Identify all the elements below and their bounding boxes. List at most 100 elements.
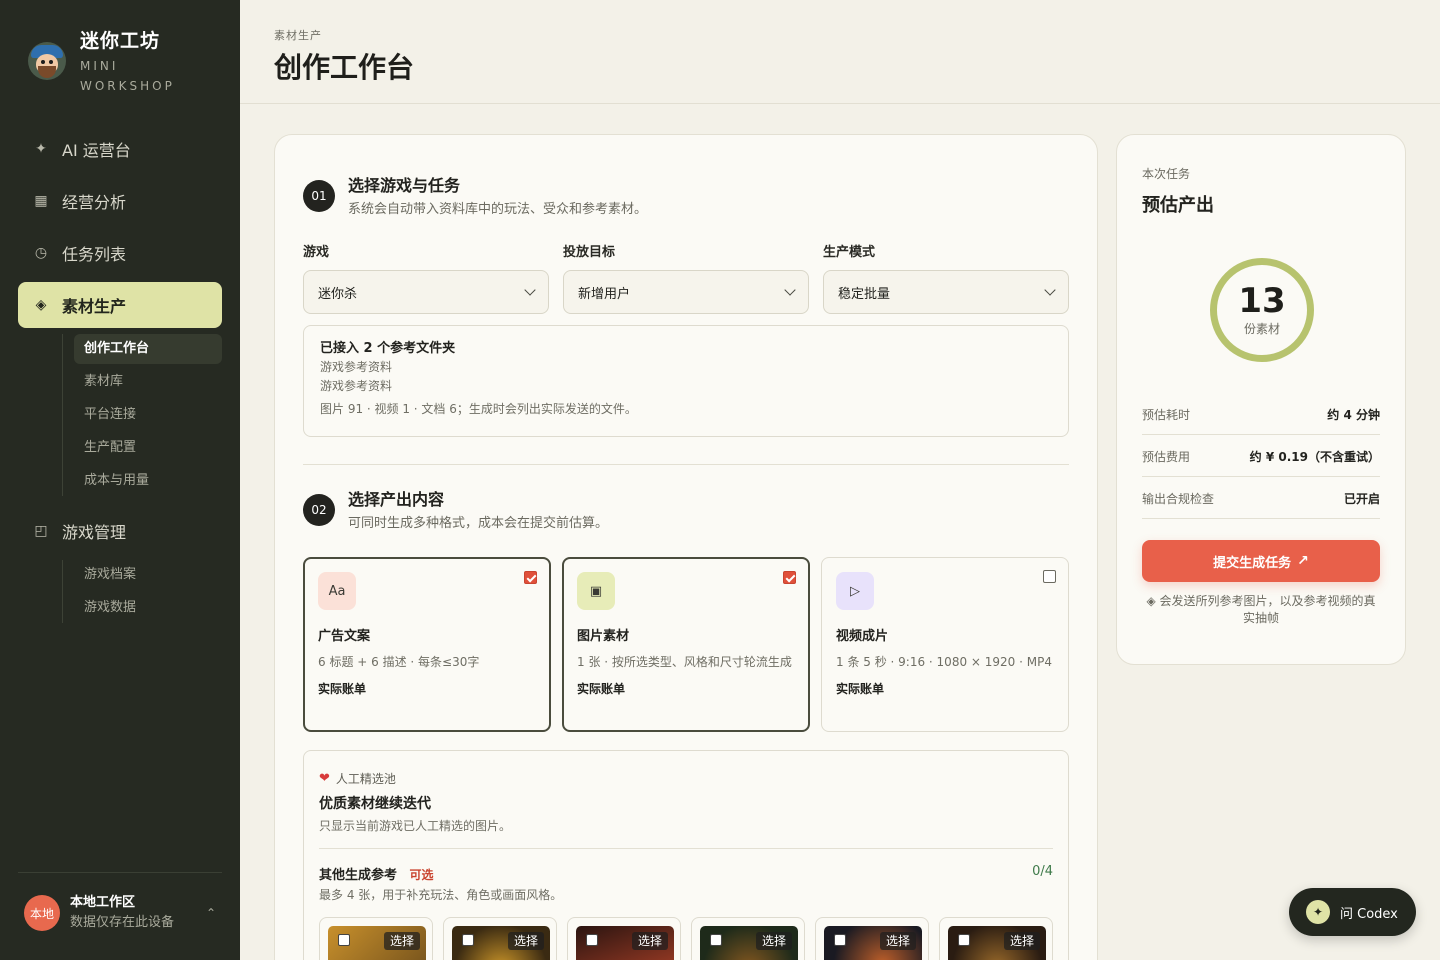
estimate-key: 预估费用 [1142, 449, 1191, 464]
submit-note: ◈ 会发送所列参考图片，以及参考视频的真实抽帧 [1146, 594, 1376, 625]
subnav-item-game-data[interactable]: 游戏数据 [74, 593, 222, 623]
field-label: 游戏 [303, 245, 330, 260]
ask-codex-button[interactable]: ✦ 问 Codex [1289, 888, 1416, 936]
nav-item-ai-console[interactable]: ✦ AI 运营台 [18, 126, 222, 172]
estimate-key: 输出合规检查 [1142, 491, 1215, 506]
thumbnail-checkbox[interactable] [958, 934, 970, 946]
other-reference-label: 其他生成参考 可选 [319, 864, 434, 883]
nav-label: AI 运营台 [62, 141, 131, 160]
select-value: 稳定批量 [838, 286, 891, 302]
thumbnail-image: 选择 [576, 926, 674, 960]
brand-title: 迷你工坊 [80, 30, 161, 52]
estimate-value: 已开启 [1343, 491, 1380, 506]
thumbnail-card[interactable]: 选择 [319, 917, 433, 960]
option-billing: 实际账单 [836, 682, 885, 696]
select-button[interactable]: 选择 [383, 932, 420, 950]
output-count-ring: 13 份素材 [1210, 258, 1314, 362]
option-video[interactable]: ▷ 视频成片 1 条 5 秒 · 9:16 · 1080 × 1920 · MP… [821, 557, 1069, 732]
arrow-up-right-icon: ↗ [1297, 553, 1309, 569]
game-select[interactable]: 迷你杀 [303, 270, 549, 314]
workspace-switcher[interactable]: 本地 本地工作区 数据仅存在此设备 ⌃ [18, 872, 222, 933]
page-header: 素材生产 创作工作台 [240, 0, 1440, 104]
reference-thumbnails: 选择 选择 选择 选择 选择 选择 [319, 917, 1063, 960]
sparkle-icon: ✦ [1306, 900, 1330, 924]
subnav-item-platforms[interactable]: 平台连接 [74, 400, 222, 430]
select-button[interactable]: 选择 [1003, 932, 1040, 950]
select-value: 迷你杀 [318, 286, 358, 302]
brand-subtitle: MINI [80, 59, 119, 73]
thumbnail-card[interactable]: 选择 [815, 917, 929, 960]
subnav-item-config[interactable]: 生产配置 [74, 433, 222, 463]
mode-field: 生产模式 稳定批量 [823, 245, 1069, 314]
pool-hint: 最多 4 张，用于补充玩法、角色或画面风格。 [319, 888, 563, 902]
thumbnail-card[interactable]: 选择 [567, 917, 681, 960]
pool-tag-label: 人工精选池 [335, 772, 396, 786]
thumbnail-checkbox[interactable] [586, 934, 598, 946]
chevron-up-icon: ⌃ [205, 906, 216, 920]
sparkle-icon: ✦ [35, 141, 47, 157]
thumbnail-checkbox[interactable] [710, 934, 722, 946]
option-title: 广告文案 [318, 629, 371, 644]
thumbnail-card[interactable]: 选择 [691, 917, 805, 960]
mascot-logo-icon [28, 42, 66, 80]
field-label: 投放目标 [563, 245, 616, 260]
option-description: 6 标题 + 6 描述 · 每条≤30字 [318, 655, 480, 669]
thumbnail-checkbox[interactable] [834, 934, 846, 946]
subnav-item-library[interactable]: 素材库 [74, 367, 222, 397]
step-description: 系统会自动带入资料库中的玩法、受众和参考素材。 [348, 202, 648, 217]
subnav-item-game-profiles[interactable]: 游戏档案 [74, 560, 222, 590]
section-divider [303, 464, 1069, 465]
video-checkbox[interactable] [1043, 570, 1056, 583]
game-field: 游戏 迷你杀 [303, 245, 549, 314]
select-button[interactable]: 选择 [631, 932, 668, 950]
chevron-down-icon [1044, 284, 1056, 296]
thumbnail-checkbox[interactable] [338, 934, 350, 946]
reference-label: 其他生成参考 [319, 868, 398, 883]
reference-folder[interactable]: 游戏参考资料 [320, 377, 1052, 396]
thumbnail-image: 选择 [948, 926, 1046, 960]
nav-item-analytics[interactable]: ▦ 经营分析 [18, 178, 222, 224]
option-billing: 实际账单 [577, 682, 626, 696]
reference-folder[interactable]: 游戏参考资料 [320, 358, 1052, 377]
sidebar: 迷你工坊 MINI WORKSHOP ✦ AI 运营台 ▦ 经营分析 ◷ 任务列… [0, 0, 240, 960]
nav-label: 经营分析 [62, 193, 127, 212]
selection-count: 0/4 [1032, 864, 1053, 879]
pool-title: 优质素材继续迭代 [319, 796, 431, 812]
grid-icon: ▦ [34, 193, 48, 209]
select-button[interactable]: 选择 [755, 932, 792, 950]
select-button[interactable]: 选择 [879, 932, 916, 950]
select-button[interactable]: 选择 [507, 932, 544, 950]
step-number: 01 [303, 180, 335, 212]
thumbnail-card[interactable]: 选择 [939, 917, 1053, 960]
nav-item-game-management[interactable]: ◰ 游戏管理 [18, 508, 222, 554]
thumbnail-checkbox[interactable] [462, 934, 474, 946]
subnav-item-cost[interactable]: 成本与用量 [74, 466, 222, 496]
step-1-header: 01 选择游戏与任务 系统会自动带入资料库中的玩法、受众和参考素材。 [303, 173, 647, 221]
image-checkbox[interactable] [783, 571, 796, 584]
thumbnail-card[interactable]: 选择 [443, 917, 557, 960]
brand[interactable]: 迷你工坊 MINI WORKSHOP [28, 28, 175, 96]
step-title: 选择产出内容 [348, 490, 445, 509]
chevron-down-icon [784, 284, 796, 296]
select-value: 新增用户 [578, 286, 631, 302]
option-ad-copy[interactable]: Aa 广告文案 6 标题 + 6 描述 · 每条≤30字 实际账单 [303, 557, 551, 732]
game-subnav: 游戏档案 游戏数据 [62, 560, 222, 623]
option-billing: 实际账单 [318, 682, 367, 696]
breadcrumb[interactable]: 素材生产 [274, 27, 322, 43]
option-description: 1 张 · 按所选类型、风格和尺寸轮流生成 [577, 655, 792, 669]
material-subnav: 创作工作台 素材库 平台连接 生产配置 成本与用量 [62, 334, 222, 496]
window-icon: ◰ [34, 523, 48, 539]
main-nav: ✦ AI 运营台 ▦ 经营分析 ◷ 任务列表 ◈ 素材生产 创作工作台 素材库 … [18, 126, 222, 635]
play-icon: ▷ [836, 572, 874, 610]
nav-item-tasks[interactable]: ◷ 任务列表 [18, 230, 222, 276]
summary-title: 预估产出 [1142, 195, 1214, 216]
submit-task-button[interactable]: 提交生成任务 ↗ [1142, 540, 1380, 582]
goal-select[interactable]: 新增用户 [563, 270, 809, 314]
subnav-item-workbench[interactable]: 创作工作台 [74, 334, 222, 364]
ad-copy-checkbox[interactable] [524, 571, 537, 584]
mode-select[interactable]: 稳定批量 [823, 270, 1069, 314]
nav-item-material-production[interactable]: ◈ 素材生产 [18, 282, 222, 328]
estimate-key: 预估耗时 [1142, 407, 1191, 422]
option-image[interactable]: ▣ 图片素材 1 张 · 按所选类型、风格和尺寸轮流生成 实际账单 [562, 557, 810, 732]
step-description: 可同时生成多种格式，成本会在提交前估算。 [348, 516, 609, 531]
